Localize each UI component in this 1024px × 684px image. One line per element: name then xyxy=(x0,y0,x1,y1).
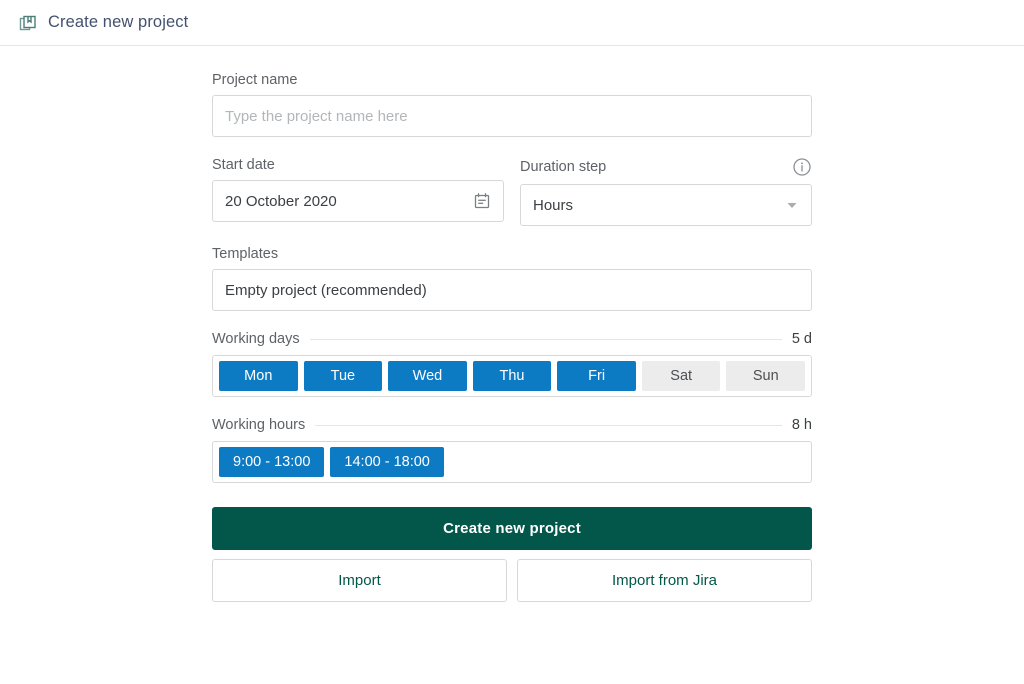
day-chip-mon[interactable]: Mon xyxy=(219,361,298,391)
import-button[interactable]: Import xyxy=(212,559,507,602)
day-chip-tue[interactable]: Tue xyxy=(304,361,383,391)
hours-chip-afternoon[interactable]: 14:00 - 18:00 xyxy=(330,447,443,477)
project-name-input[interactable]: Type the project name here xyxy=(212,95,812,137)
import-button-row: Import Import from Jira xyxy=(212,559,812,602)
day-chip-wed[interactable]: Wed xyxy=(388,361,467,391)
duration-step-select[interactable]: Hours xyxy=(520,184,812,226)
templates-field-group: Templates Empty project (recommended) xyxy=(212,246,812,311)
create-new-project-button[interactable]: Create new project xyxy=(212,507,812,550)
start-date-label: Start date xyxy=(212,157,275,173)
start-date-label-row: Start date xyxy=(212,157,504,173)
project-name-label: Project name xyxy=(212,72,812,88)
chevron-down-icon[interactable] xyxy=(785,198,799,212)
date-duration-row: Start date 20 October 2020 Duration step xyxy=(212,157,812,226)
start-date-value: 20 October 2020 xyxy=(225,193,473,210)
working-hours-summary: 8 h xyxy=(792,417,812,433)
duration-step-value: Hours xyxy=(533,197,785,214)
project-name-field-group: Project name Type the project name here xyxy=(212,72,812,137)
working-hours-header: Working hours 8 h xyxy=(212,417,812,433)
create-project-form: Project name Type the project name here … xyxy=(212,46,812,602)
window-titlebar: Create new project xyxy=(0,0,1024,46)
working-days-section: Working days 5 d Mon Tue Wed Thu Fri Sat… xyxy=(212,331,812,397)
library-books-icon xyxy=(18,13,38,33)
day-chip-thu[interactable]: Thu xyxy=(473,361,552,391)
duration-step-label: Duration step xyxy=(520,159,606,175)
import-from-jira-button[interactable]: Import from Jira xyxy=(517,559,812,602)
working-days-divider xyxy=(310,339,782,340)
day-chip-sat[interactable]: Sat xyxy=(642,361,721,391)
day-chip-fri[interactable]: Fri xyxy=(557,361,636,391)
working-days-chip-group: Mon Tue Wed Thu Fri Sat Sun xyxy=(212,355,812,397)
working-hours-chip-group: 9:00 - 13:00 14:00 - 18:00 xyxy=(212,441,812,483)
templates-label: Templates xyxy=(212,246,812,262)
working-hours-label: Working hours xyxy=(212,417,305,433)
calendar-icon[interactable] xyxy=(473,192,491,210)
working-days-label: Working days xyxy=(212,331,300,347)
templates-select[interactable]: Empty project (recommended) xyxy=(212,269,812,311)
day-chip-sun[interactable]: Sun xyxy=(726,361,805,391)
duration-step-label-row: Duration step xyxy=(520,157,812,177)
working-days-header: Working days 5 d xyxy=(212,331,812,347)
project-name-placeholder: Type the project name here xyxy=(225,108,408,125)
page-title: Create new project xyxy=(48,13,188,32)
duration-step-field-group: Duration step Hours xyxy=(520,157,812,226)
working-days-summary: 5 d xyxy=(792,331,812,347)
working-hours-section: Working hours 8 h 9:00 - 13:00 14:00 - 1… xyxy=(212,417,812,483)
templates-value: Empty project (recommended) xyxy=(225,282,799,299)
start-date-input[interactable]: 20 October 2020 xyxy=(212,180,504,222)
hours-chip-morning[interactable]: 9:00 - 13:00 xyxy=(219,447,324,477)
start-date-field-group: Start date 20 October 2020 xyxy=(212,157,504,226)
info-icon[interactable] xyxy=(792,157,812,177)
working-hours-divider xyxy=(315,425,782,426)
